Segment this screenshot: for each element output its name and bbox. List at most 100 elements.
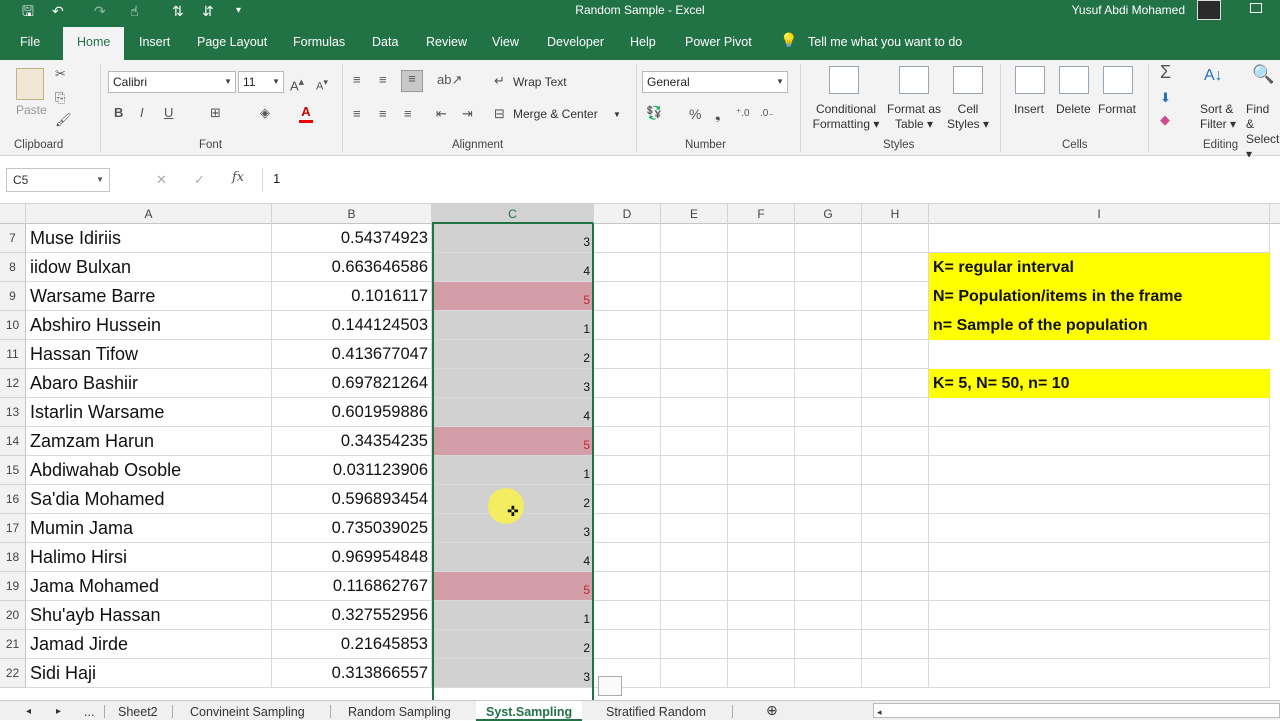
- cell-empty[interactable]: [661, 398, 728, 427]
- cell-empty[interactable]: [795, 572, 862, 601]
- tell-me-search[interactable]: Tell me what you want to do: [808, 34, 962, 50]
- cell-name[interactable]: Abshiro Hussein: [26, 311, 272, 340]
- col-header-a[interactable]: A: [26, 204, 272, 224]
- select-all-corner[interactable]: [0, 204, 26, 224]
- cut-icon[interactable]: ✂: [55, 66, 66, 82]
- row-header[interactable]: 19: [0, 572, 26, 601]
- cell-empty[interactable]: [929, 514, 1270, 543]
- cell-empty[interactable]: [795, 601, 862, 630]
- insert-cells-icon[interactable]: [1015, 66, 1045, 94]
- cell-empty[interactable]: [862, 253, 929, 282]
- worksheet-grid[interactable]: A B C D E F G H I 7 Muse Idiriis 0.5437492…: [0, 204, 1280, 700]
- col-header-g[interactable]: G: [795, 204, 862, 224]
- cell-empty[interactable]: [862, 282, 929, 311]
- clear-icon[interactable]: ◆: [1160, 112, 1170, 128]
- sheet-tab-random[interactable]: Random Sampling: [348, 704, 451, 720]
- cell-empty[interactable]: [862, 630, 929, 659]
- col-header-d[interactable]: D: [594, 204, 661, 224]
- find-select-button[interactable]: Find & Select ▾: [1246, 102, 1280, 162]
- col-header-i[interactable]: I: [929, 204, 1270, 224]
- tab-help[interactable]: Help: [630, 34, 656, 50]
- font-size-combo[interactable]: 11 ▼: [238, 71, 284, 93]
- cell-empty[interactable]: [594, 282, 661, 311]
- cell-empty[interactable]: [795, 427, 862, 456]
- cell-empty[interactable]: [795, 543, 862, 572]
- cell-empty[interactable]: [594, 369, 661, 398]
- cell-random-value[interactable]: 0.144124503: [272, 311, 432, 340]
- cell-name[interactable]: Halimo Hirsi: [26, 543, 272, 572]
- col-header-h[interactable]: H: [862, 204, 929, 224]
- font-color-icon[interactable]: A: [299, 104, 313, 123]
- row-header[interactable]: 7: [0, 224, 26, 253]
- align-middle-icon[interactable]: ≡: [379, 72, 387, 88]
- sheet-tab-stratified[interactable]: Stratified Random: [606, 704, 706, 720]
- cell-name[interactable]: Abdiwahab Osoble: [26, 456, 272, 485]
- cell-sample-marker[interactable]: 5: [432, 572, 594, 601]
- conditional-formatting-icon[interactable]: [829, 66, 859, 94]
- cell-name[interactable]: Istarlin Warsame: [26, 398, 272, 427]
- cell-empty[interactable]: [661, 427, 728, 456]
- sheet-tab-convenient[interactable]: Convineint Sampling: [190, 704, 305, 720]
- wrap-text-icon[interactable]: ↵: [494, 73, 505, 89]
- cell-random-value[interactable]: 0.663646586: [272, 253, 432, 282]
- tab-review[interactable]: Review: [426, 34, 467, 50]
- decrease-indent-icon[interactable]: ⇤: [436, 106, 447, 122]
- cell-empty[interactable]: [661, 456, 728, 485]
- wrap-text-button[interactable]: Wrap Text: [513, 75, 567, 90]
- cell-empty[interactable]: [594, 311, 661, 340]
- cell-empty[interactable]: [929, 456, 1270, 485]
- format-painter-icon[interactable]: 🖌: [55, 112, 72, 128]
- row-header[interactable]: 12: [0, 369, 26, 398]
- row-header[interactable]: 9: [0, 282, 26, 311]
- cell-interval-index[interactable]: 3: [432, 369, 594, 398]
- cell-empty[interactable]: [661, 224, 728, 253]
- cancel-icon[interactable]: ✕: [156, 172, 167, 188]
- cell-empty[interactable]: [661, 514, 728, 543]
- cell-empty[interactable]: [728, 253, 795, 282]
- cell-random-value[interactable]: 0.969954848: [272, 543, 432, 572]
- fill-icon[interactable]: ⬇: [1160, 90, 1171, 106]
- tab-data[interactable]: Data: [372, 34, 398, 50]
- row-header[interactable]: 22: [0, 659, 26, 688]
- cell-random-value[interactable]: 0.596893454: [272, 485, 432, 514]
- cell-empty[interactable]: [862, 456, 929, 485]
- cell-empty[interactable]: [728, 224, 795, 253]
- cell-name[interactable]: Muse Idiriis: [26, 224, 272, 253]
- cell-name[interactable]: Hassan Tifow: [26, 340, 272, 369]
- format-as-table-button[interactable]: Format as Table ▾: [884, 102, 944, 132]
- insert-cells-button[interactable]: Insert: [1014, 102, 1044, 117]
- cell-empty[interactable]: [795, 514, 862, 543]
- decrease-decimal-icon[interactable]: .0₋: [760, 106, 774, 122]
- cell-name[interactable]: Mumin Jama: [26, 514, 272, 543]
- row-header[interactable]: 18: [0, 543, 26, 572]
- cell-interval-index[interactable]: 2: [432, 340, 594, 369]
- cell-empty[interactable]: [728, 282, 795, 311]
- cell-interval-index[interactable]: 3: [432, 659, 594, 688]
- italic-icon[interactable]: I: [140, 105, 144, 121]
- cell-empty[interactable]: [728, 485, 795, 514]
- cell-empty[interactable]: [594, 485, 661, 514]
- cell-random-value[interactable]: 0.116862767: [272, 572, 432, 601]
- cell-empty[interactable]: [929, 543, 1270, 572]
- cell-name[interactable]: Sidi Haji: [26, 659, 272, 688]
- cell-empty[interactable]: [862, 514, 929, 543]
- cell-empty[interactable]: [929, 601, 1270, 630]
- cell-empty[interactable]: [594, 340, 661, 369]
- cell-empty[interactable]: [795, 485, 862, 514]
- cell-empty[interactable]: [594, 630, 661, 659]
- cell-random-value[interactable]: 0.031123906: [272, 456, 432, 485]
- col-header-f[interactable]: F: [728, 204, 795, 224]
- cell-interval-index[interactable]: 4: [432, 398, 594, 427]
- cell-empty[interactable]: [862, 224, 929, 253]
- format-cells-icon[interactable]: [1103, 66, 1133, 94]
- col-header-e[interactable]: E: [661, 204, 728, 224]
- note-definition[interactable]: n= Sample of the population: [929, 311, 1270, 340]
- format-cells-button[interactable]: Format: [1098, 102, 1136, 117]
- cell-random-value[interactable]: 0.735039025: [272, 514, 432, 543]
- cell-name[interactable]: Jama Mohamed: [26, 572, 272, 601]
- cell-empty[interactable]: [795, 282, 862, 311]
- row-header[interactable]: 10: [0, 311, 26, 340]
- paste-icon[interactable]: [16, 68, 44, 100]
- cell-empty[interactable]: [862, 485, 929, 514]
- autosum-icon[interactable]: Σ: [1160, 63, 1171, 81]
